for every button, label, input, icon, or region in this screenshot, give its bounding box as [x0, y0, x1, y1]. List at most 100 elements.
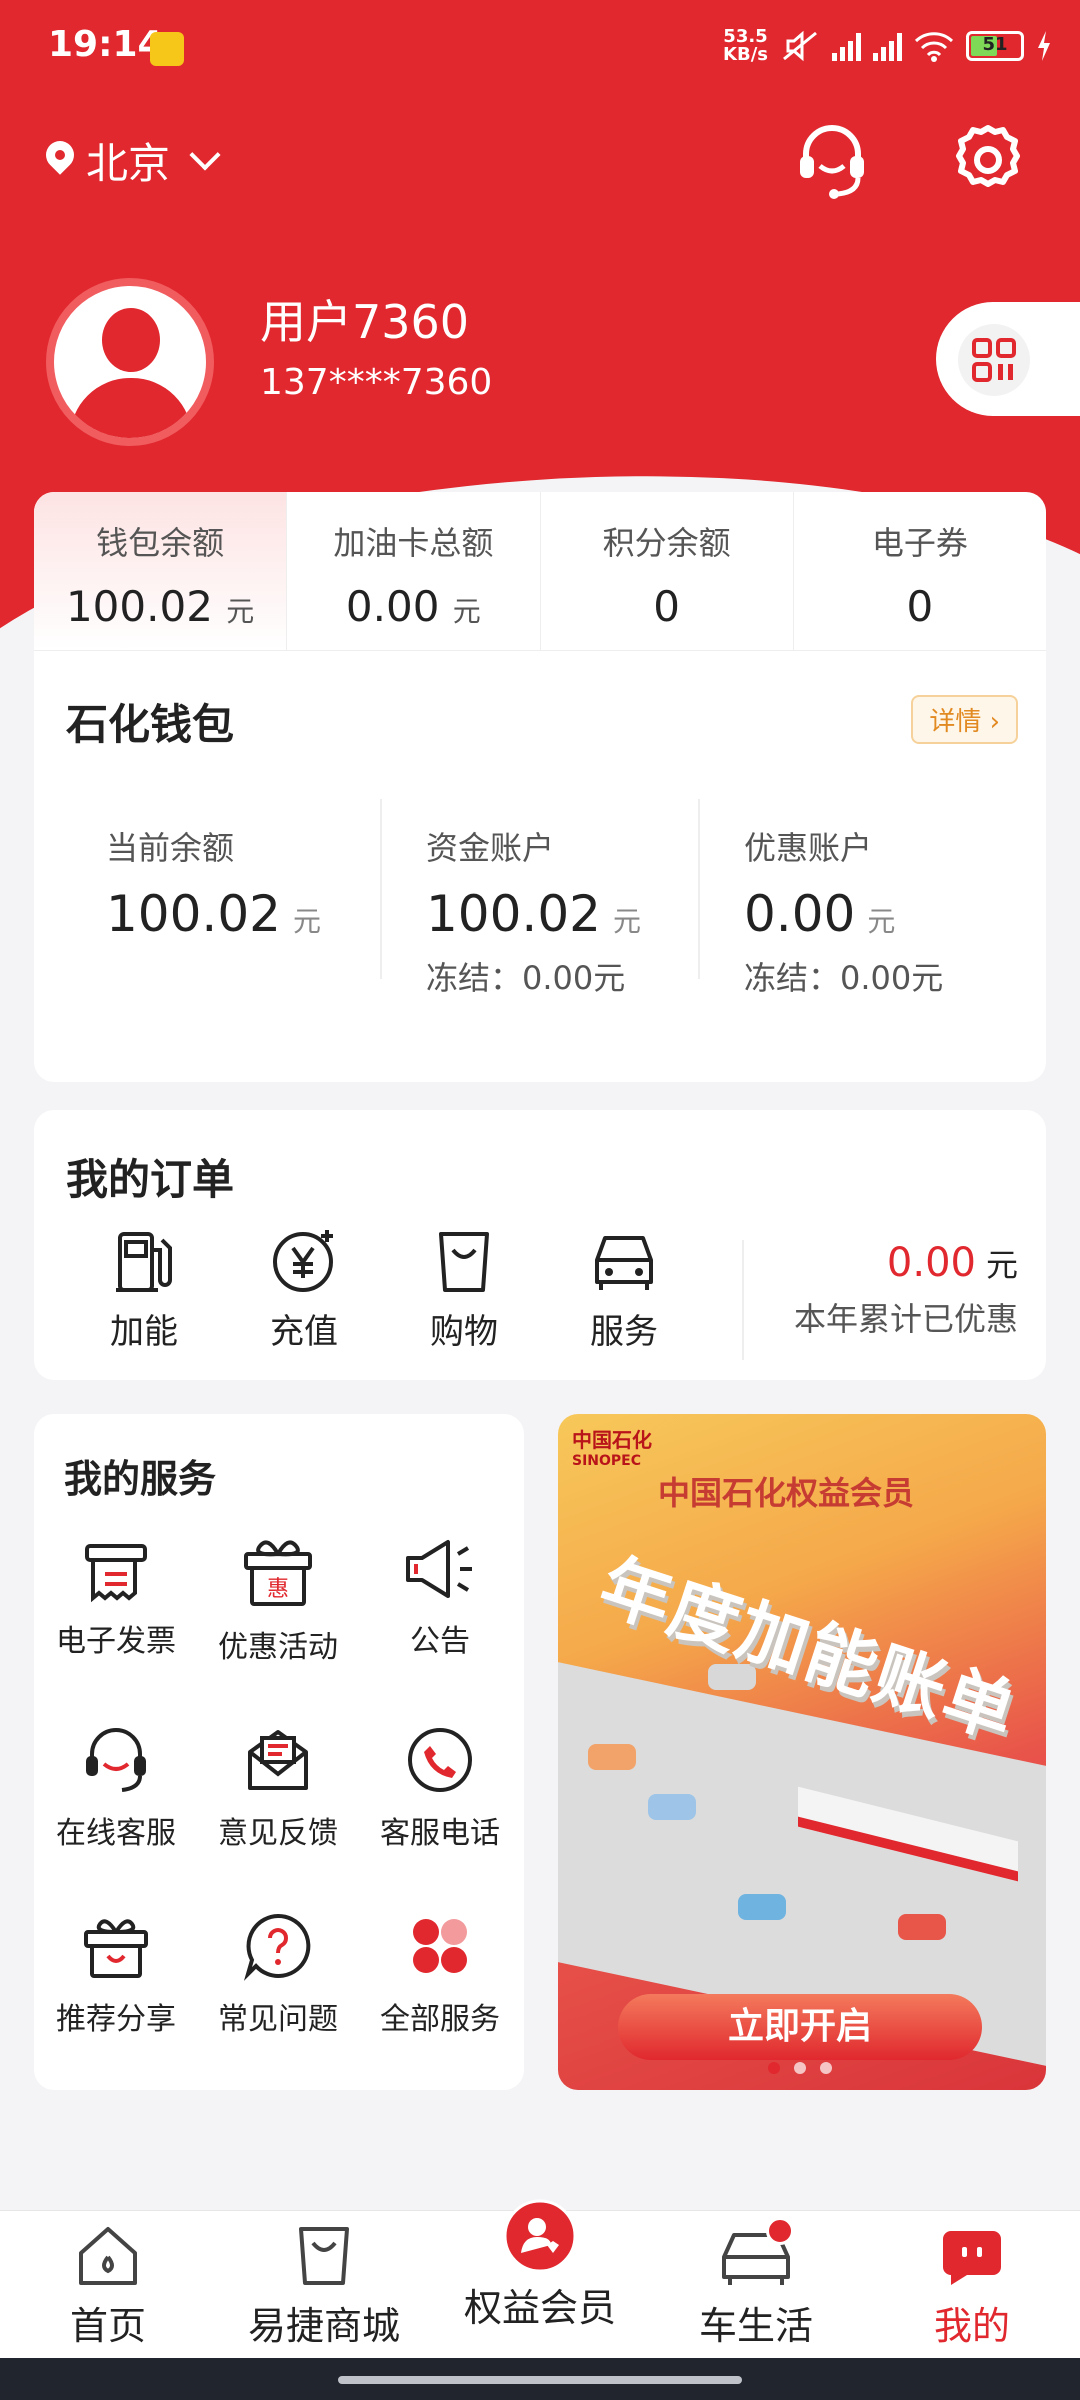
order-label: 购物 — [430, 1312, 498, 1352]
bottom-nav: 首页 易捷商城 权益会员 车生活 我的 — [0, 2199, 1080, 2359]
nav-label: 我的 — [933, 2304, 1010, 2348]
savings-label: 本年累计已优惠 — [793, 1300, 1018, 1338]
megaphone-icon — [406, 1540, 472, 1598]
orders-title: 我的订单 — [66, 1155, 235, 1204]
profile-icon — [943, 2231, 1001, 2285]
wallet-title: 石化钱包 — [66, 700, 235, 749]
member-icon — [503, 2199, 577, 2273]
services-panel: 我的服务 电子发票 惠 优惠活动 公告 在线客服 意见反馈 客服电话 推荐分享 … — [34, 1414, 524, 2090]
wallet-col-value: 0.00 — [744, 885, 856, 943]
wallet-fund-account: 资金账户 100.02 元 冻结：0.00元 — [426, 823, 641, 999]
wallet-col-label: 资金账户 — [426, 829, 555, 867]
wallet-panel: 石化钱包 详情 › 当前余额 100.02 元 资金账户 100.02 元 冻结：0… — [34, 650, 1046, 1082]
detail-label: 详情 — [929, 707, 982, 737]
nav-car-life[interactable]: 车生活 — [648, 2211, 864, 2359]
tab-fuel-card-total[interactable]: 加油卡总额 0.00 元 — [287, 492, 541, 650]
carousel-dots — [768, 2062, 832, 2074]
qr-code-icon — [972, 338, 1016, 382]
banner-car — [648, 1794, 696, 1820]
city-selector[interactable]: 北京 — [44, 130, 221, 191]
notification-icon — [150, 32, 184, 66]
question-icon — [243, 1913, 311, 1981]
service-label: 公告 — [410, 1624, 470, 1659]
tab-wallet-balance[interactable]: 钱包余额 100.02 元 — [34, 492, 288, 650]
signal-icon-2 — [873, 31, 902, 61]
tab-unit: 元 — [452, 595, 481, 628]
order-label: 服务 — [590, 1312, 658, 1352]
nav-mall[interactable]: 易捷商城 — [216, 2211, 432, 2359]
divider — [698, 799, 700, 979]
shopping-bag-icon — [439, 1232, 489, 1292]
wallet-col-unit: 元 — [612, 905, 641, 938]
order-shopping[interactable]: 购物 — [404, 1228, 524, 1353]
mute-icon — [783, 30, 817, 62]
tab-unit: 元 — [226, 595, 255, 628]
gesture-bar — [0, 2358, 1080, 2400]
wallet-col-label: 优惠账户 — [744, 829, 873, 867]
order-recharge[interactable]: 充值 — [244, 1228, 364, 1353]
customer-service-icon[interactable] — [792, 120, 872, 200]
order-label: 加能 — [110, 1312, 178, 1352]
service-hotline[interactable]: 客服电话 — [360, 1724, 520, 1852]
service-e-invoice[interactable]: 电子发票 — [36, 1534, 196, 1660]
service-announcement[interactable]: 公告 — [360, 1534, 520, 1660]
gear-icon[interactable] — [948, 120, 1028, 200]
service-label: 客服电话 — [380, 1816, 500, 1851]
service-feedback[interactable]: 意见反馈 — [198, 1724, 358, 1852]
divider — [742, 1240, 744, 1360]
home-indicator[interactable] — [338, 2376, 742, 2384]
service-referral[interactable]: 推荐分享 — [36, 1910, 196, 2038]
order-label: 充值 — [270, 1312, 338, 1352]
nav-mine[interactable]: 我的 — [864, 2211, 1080, 2359]
status-time: 19:14 — [48, 24, 163, 65]
savings-value: 0.00 — [886, 1240, 976, 1286]
banner-car — [588, 1744, 636, 1770]
avatar[interactable] — [46, 278, 214, 446]
tab-e-coupons[interactable]: 电子券 0 — [794, 492, 1046, 650]
service-faq[interactable]: 常见问题 — [198, 1910, 358, 2038]
service-promotions[interactable]: 惠 优惠活动 — [198, 1534, 358, 1666]
wallet-col-value: 100.02 — [426, 885, 601, 943]
status-bar: 19:14 53.5 KB/s 51 — [0, 0, 1080, 100]
service-online-support[interactable]: 在线客服 — [36, 1724, 196, 1852]
user-phone: 137****7360 — [260, 362, 493, 403]
nav-label: 车生活 — [698, 2304, 813, 2348]
promo-banner[interactable]: 中国石化 SINOPEC 中国石化权益会员 年度加能账单 立即开启 — [558, 1414, 1046, 2090]
battery-icon: 51 — [966, 31, 1024, 61]
order-fuel[interactable]: 加能 — [84, 1228, 204, 1353]
car-service-icon — [595, 1236, 653, 1290]
bag-icon — [299, 2227, 349, 2285]
savings-unit: 元 — [985, 1246, 1018, 1284]
nav-label: 权益会员 — [463, 2286, 616, 2330]
status-indicators: 53.5 KB/s 51 — [723, 28, 1052, 64]
tab-label: 电子券 — [871, 524, 968, 562]
nav-home[interactable]: 首页 — [0, 2211, 216, 2359]
tab-label: 加油卡总额 — [333, 524, 494, 562]
member-code-button[interactable] — [936, 302, 1080, 416]
home-icon — [79, 2227, 137, 2285]
sinopec-logo: 中国石化 SINOPEC — [572, 1428, 652, 1469]
wallet-detail-button[interactable]: 详情 › — [911, 695, 1018, 744]
banner-subtitle: 中国石化权益会员 — [658, 1474, 915, 1512]
wallet-current-balance: 当前余额 100.02 元 — [106, 823, 321, 943]
wallet-col-unit: 元 — [292, 905, 321, 938]
order-service[interactable]: 服务 — [564, 1228, 684, 1353]
net-speed-unit: KB/s — [723, 44, 768, 65]
orders-panel: 我的订单 加能 充值 购物 服务 0.00 元 本年累计已优惠 — [34, 1110, 1046, 1380]
notification-badge — [766, 2217, 794, 2245]
nav-membership[interactable]: 权益会员 — [432, 2199, 648, 2359]
wallet-col-label: 当前余额 — [106, 829, 235, 867]
banner-cta-button[interactable]: 立即开启 — [618, 1994, 982, 2060]
service-label: 在线客服 — [56, 1816, 176, 1851]
wallet-frozen: 冻结：0.00元 — [426, 959, 626, 997]
tab-points-balance[interactable]: 积分余额 0 — [541, 492, 794, 650]
service-label: 电子发票 — [56, 1624, 176, 1659]
chevron-right-icon: › — [989, 707, 1000, 737]
tab-value: 0 — [653, 582, 680, 631]
wallet-col-value: 100.02 — [106, 885, 281, 943]
gift-icon — [84, 1919, 148, 1978]
service-all[interactable]: 全部服务 — [360, 1910, 520, 2038]
svg-text:惠: 惠 — [267, 1577, 289, 1602]
tab-value: 0.00 — [345, 582, 440, 631]
recharge-yen-icon — [273, 1230, 333, 1292]
